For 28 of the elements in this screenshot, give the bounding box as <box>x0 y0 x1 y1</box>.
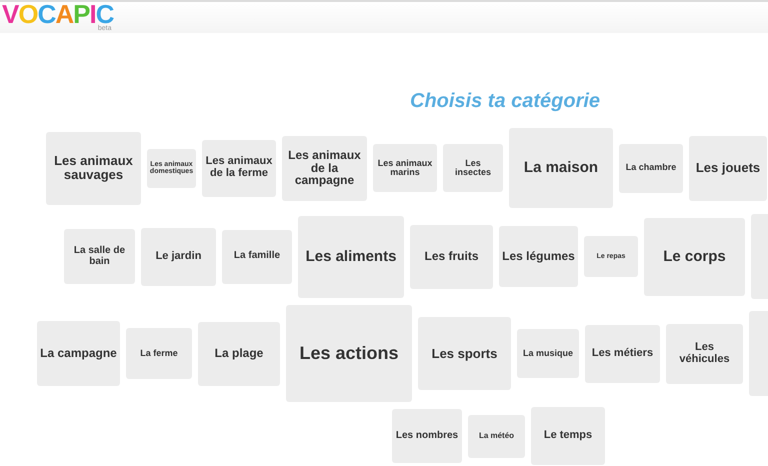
category-tile[interactable]: Les sports <box>418 317 511 390</box>
category-tile[interactable]: La météo <box>468 414 525 458</box>
category-tile[interactable]: La musique <box>517 329 579 378</box>
category-tile[interactable]: Les nombres <box>392 409 462 463</box>
category-tile[interactable]: Les véhicules <box>666 324 743 384</box>
category-tile[interactable]: Les aliments <box>298 216 404 298</box>
category-tile[interactable]: Les insectes <box>443 144 503 192</box>
category-tile[interactable]: Les animaux de la ferme <box>202 140 276 196</box>
category-tile[interactable]: Les animaux sauvages <box>46 132 141 204</box>
category-tile[interactable]: Les jouets <box>689 136 767 200</box>
category-tile[interactable]: La salle de bain <box>64 229 135 284</box>
category-tile[interactable]: Les animaux marins <box>373 144 437 192</box>
category-tile[interactable]: Les légumes <box>499 226 578 287</box>
logo[interactable]: VOCAPIC <box>2 2 114 26</box>
category-tile[interactable]: La chambre <box>619 144 683 192</box>
category-tile[interactable]: La campagne <box>37 321 120 386</box>
category-tile[interactable]: La maison <box>509 128 613 208</box>
category-tile[interactable]: Les actions <box>286 305 412 402</box>
category-tile[interactable]: La ferme <box>126 328 192 379</box>
category-tile[interactable]: Les animaux de la campagne <box>282 136 367 200</box>
category-tile[interactable]: Le jardin <box>141 228 216 286</box>
category-tile[interactable]: Les métiers <box>585 324 660 382</box>
category-tile[interactable]: La plage <box>198 322 280 386</box>
category-tile[interactable]: Le temps <box>531 407 605 465</box>
category-tile[interactable]: La famille <box>222 230 292 284</box>
category-tile[interactable]: Le corps <box>644 218 745 296</box>
category-tile[interactable]: Les fruits <box>410 224 493 288</box>
page-title: Choisis ta catégorie <box>410 91 600 111</box>
